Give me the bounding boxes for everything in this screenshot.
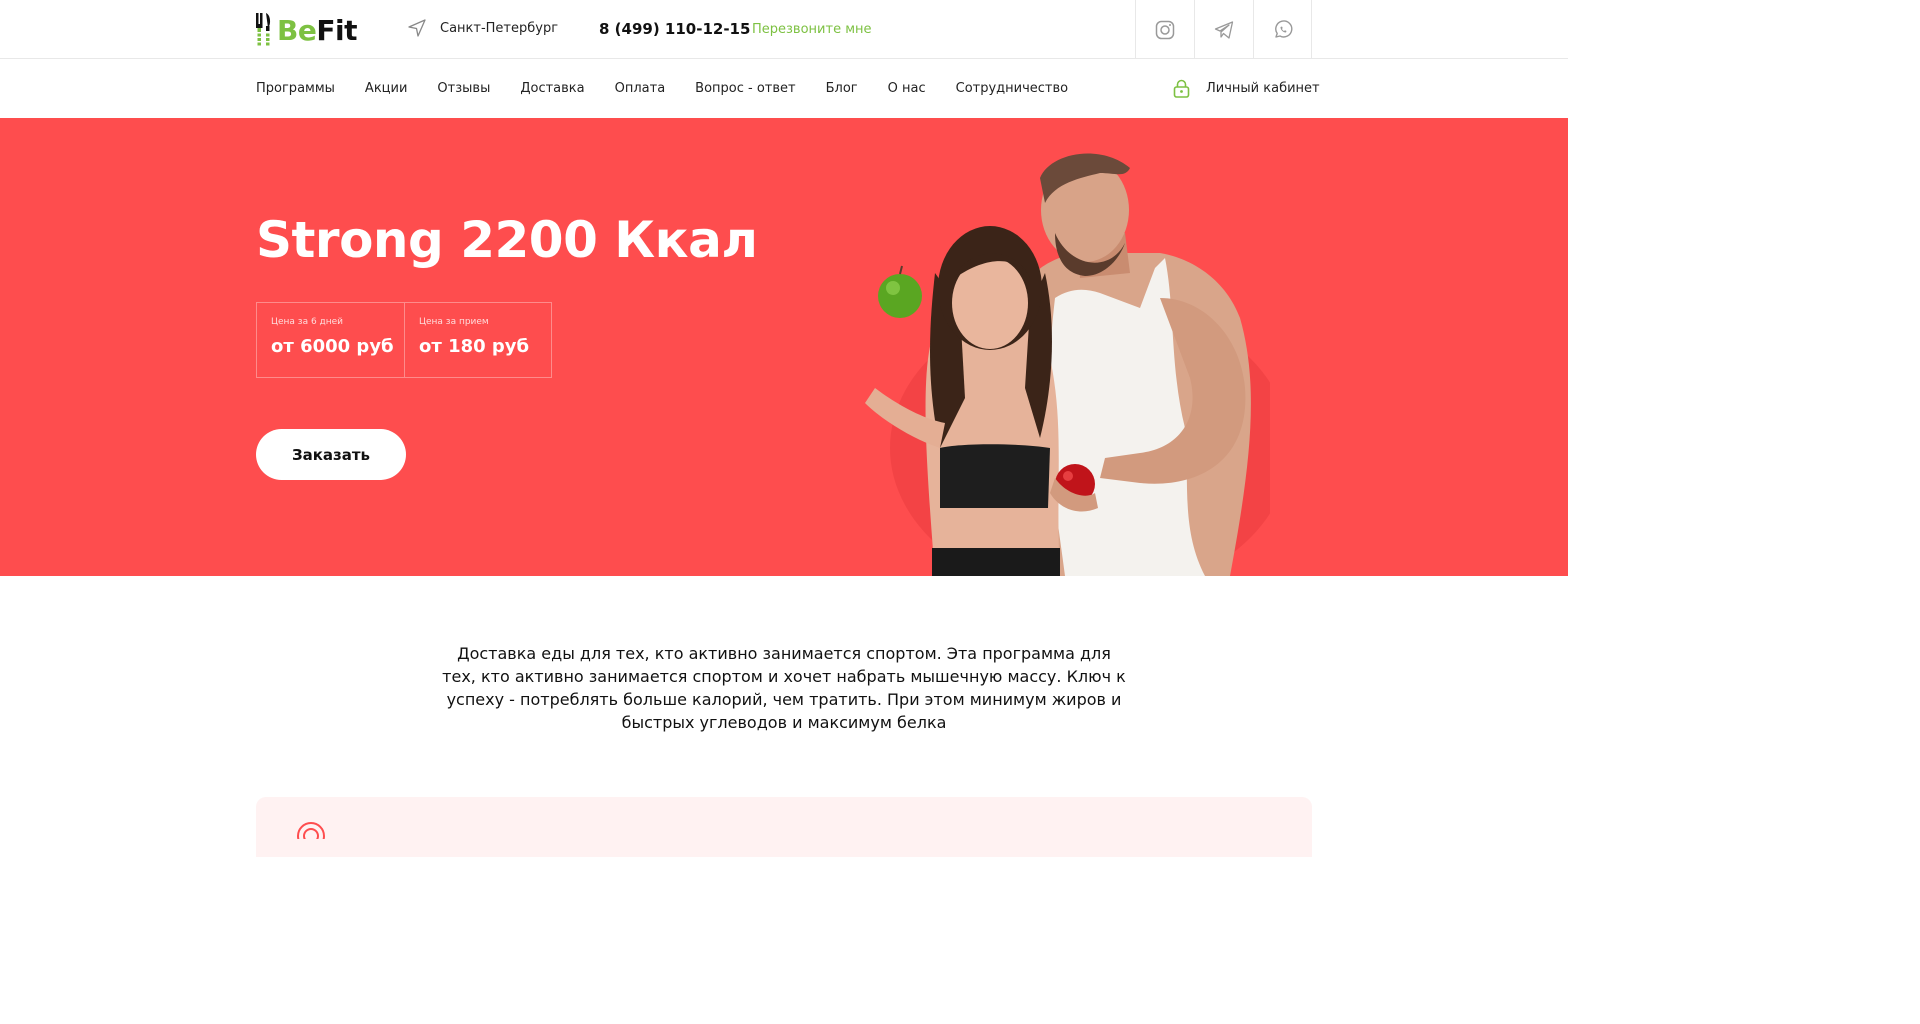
nav-menu: Программы Акции Отзывы Доставка Оплата В… bbox=[256, 81, 1098, 96]
top-bar: Be Fit Санкт-Петербург 8 (499) 110-12-15 … bbox=[0, 0, 1568, 59]
hero-banner: Strong 2200 Ккал Цена за 6 дней от 6000 … bbox=[0, 118, 1568, 576]
personal-account-label: Личный кабинет bbox=[1206, 81, 1320, 96]
instagram-button[interactable] bbox=[1135, 0, 1194, 59]
nav-item-payment[interactable]: Оплата bbox=[615, 81, 666, 96]
personal-account-link[interactable]: Личный кабинет bbox=[1173, 79, 1320, 98]
price-value: от 180 руб bbox=[419, 336, 530, 357]
city-selector[interactable]: Санкт-Петербург bbox=[408, 19, 558, 37]
price-box: Цена за 6 дней от 6000 руб Цена за прием… bbox=[256, 302, 552, 378]
logo-text-be: Be bbox=[277, 13, 317, 47]
nav-item-promotions[interactable]: Акции bbox=[365, 81, 408, 96]
nav-item-reviews[interactable]: Отзывы bbox=[437, 81, 490, 96]
price-per-meal: Цена за прием от 180 руб bbox=[404, 303, 551, 377]
whatsapp-button[interactable] bbox=[1253, 0, 1312, 59]
city-name: Санкт-Петербург bbox=[440, 20, 559, 36]
price-label: Цена за 6 дней bbox=[271, 317, 344, 327]
location-arrow-icon bbox=[408, 19, 426, 37]
nav-item-delivery[interactable]: Доставка bbox=[520, 81, 584, 96]
price-label: Цена за прием bbox=[419, 317, 489, 327]
social-links bbox=[1135, 0, 1312, 59]
program-title: Strong 2200 Ккал bbox=[256, 211, 758, 269]
hero-people-image bbox=[865, 153, 1270, 576]
lock-icon bbox=[1173, 79, 1190, 98]
order-button[interactable]: Заказать bbox=[256, 429, 406, 480]
telegram-button[interactable] bbox=[1194, 0, 1253, 59]
info-card bbox=[256, 797, 1312, 857]
nav-item-blog[interactable]: Блог bbox=[826, 81, 858, 96]
logo[interactable]: Be Fit bbox=[255, 12, 357, 48]
price-value: от 6000 руб bbox=[271, 336, 394, 357]
whatsapp-icon bbox=[1274, 19, 1292, 38]
nav-item-partnership[interactable]: Сотрудничество bbox=[956, 81, 1069, 96]
telegram-icon bbox=[1214, 20, 1234, 39]
map-pin-icon bbox=[297, 822, 325, 839]
main-nav: Программы Акции Отзывы Доставка Оплата В… bbox=[0, 60, 1568, 118]
nav-item-programs[interactable]: Программы bbox=[256, 81, 335, 96]
fork-logo-icon bbox=[256, 13, 271, 46]
nav-item-about[interactable]: О нас bbox=[888, 81, 926, 96]
phone-number[interactable]: 8 (499) 110-12-15 bbox=[599, 20, 750, 38]
instagram-icon bbox=[1155, 20, 1175, 39]
program-description: Доставка еды для тех, кто активно занима… bbox=[442, 644, 1126, 732]
callback-link[interactable]: Перезвоните мне bbox=[752, 22, 872, 37]
nav-item-faq[interactable]: Вопрос - ответ bbox=[695, 81, 795, 96]
price-6-days: Цена за 6 дней от 6000 руб bbox=[257, 303, 404, 377]
logo-text-fit: Fit bbox=[316, 13, 357, 47]
